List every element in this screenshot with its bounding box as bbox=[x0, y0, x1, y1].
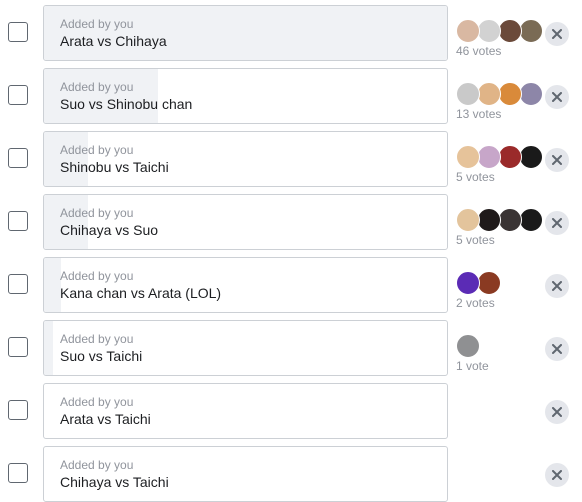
added-by-label: Added by you bbox=[60, 17, 134, 31]
option-text: Suo vs Shinobu chan bbox=[60, 96, 193, 112]
poll-option[interactable]: Added by you Suo vs Taichi bbox=[43, 320, 448, 376]
added-by-label: Added by you bbox=[60, 458, 134, 472]
remove-option-button[interactable] bbox=[545, 274, 569, 298]
poll-options-list: Added by you Arata vs Chihaya 46 votes Adde… bbox=[0, 0, 582, 502]
vote-checkbox[interactable] bbox=[8, 85, 28, 105]
added-by-label: Added by you bbox=[60, 395, 134, 409]
vote-count[interactable]: 5 votes bbox=[456, 170, 495, 184]
remove-option-button[interactable] bbox=[545, 463, 569, 487]
voter-avatars[interactable] bbox=[456, 334, 546, 358]
close-icon bbox=[552, 92, 562, 102]
remove-option-button[interactable] bbox=[545, 148, 569, 172]
remove-option-button[interactable] bbox=[545, 211, 569, 235]
vote-checkbox[interactable] bbox=[8, 22, 28, 42]
voter-avatar[interactable] bbox=[456, 145, 480, 169]
close-icon bbox=[552, 470, 562, 480]
voter-avatar[interactable] bbox=[498, 19, 522, 43]
vote-count[interactable]: 46 votes bbox=[456, 44, 501, 58]
poll-option-row: Added by you Shinobu vs Taichi 5 votes bbox=[0, 131, 582, 187]
voter-avatar[interactable] bbox=[519, 208, 543, 232]
voter-avatars[interactable] bbox=[456, 82, 546, 106]
vote-checkbox[interactable] bbox=[8, 274, 28, 294]
vote-progress-fill bbox=[44, 321, 53, 375]
poll-option[interactable]: Added by you Shinobu vs Taichi bbox=[43, 131, 448, 187]
voter-avatars[interactable] bbox=[456, 271, 546, 295]
poll-option-row: Added by you Chihaya vs Taichi bbox=[0, 446, 582, 502]
added-by-label: Added by you bbox=[60, 80, 134, 94]
remove-option-button[interactable] bbox=[545, 337, 569, 361]
poll-option[interactable]: Added by you Kana chan vs Arata (LOL) bbox=[43, 257, 448, 313]
remove-option-button[interactable] bbox=[545, 400, 569, 424]
poll-option[interactable]: Added by you Chihaya vs Taichi bbox=[43, 446, 448, 502]
close-icon bbox=[552, 29, 562, 39]
vote-count[interactable]: 5 votes bbox=[456, 233, 495, 247]
option-text: Arata vs Chihaya bbox=[60, 33, 167, 49]
close-icon bbox=[552, 218, 562, 228]
voter-avatar[interactable] bbox=[456, 19, 480, 43]
poll-option[interactable]: Added by you Suo vs Shinobu chan bbox=[43, 68, 448, 124]
remove-option-button[interactable] bbox=[545, 22, 569, 46]
voter-avatar[interactable] bbox=[456, 82, 480, 106]
poll-option-row: Added by you Arata vs Chihaya 46 votes bbox=[0, 5, 582, 61]
vote-count[interactable]: 2 votes bbox=[456, 296, 495, 310]
voter-avatar[interactable] bbox=[477, 271, 501, 295]
vote-checkbox[interactable] bbox=[8, 463, 28, 483]
vote-checkbox[interactable] bbox=[8, 337, 28, 357]
option-text: Suo vs Taichi bbox=[60, 348, 143, 364]
poll-option[interactable]: Added by you Arata vs Chihaya bbox=[43, 5, 448, 61]
remove-option-button[interactable] bbox=[545, 85, 569, 109]
voter-avatar[interactable] bbox=[456, 334, 480, 358]
close-icon bbox=[552, 155, 562, 165]
voter-avatars[interactable] bbox=[456, 208, 546, 232]
voter-avatar[interactable] bbox=[477, 82, 501, 106]
voter-avatar[interactable] bbox=[519, 82, 543, 106]
option-text: Kana chan vs Arata (LOL) bbox=[60, 285, 222, 301]
poll-option[interactable]: Added by you Arata vs Taichi bbox=[43, 383, 448, 439]
option-text: Shinobu vs Taichi bbox=[60, 159, 169, 175]
voter-avatar[interactable] bbox=[498, 145, 522, 169]
voter-avatar[interactable] bbox=[477, 19, 501, 43]
poll-option[interactable]: Added by you Chihaya vs Suo bbox=[43, 194, 448, 250]
close-icon bbox=[552, 344, 562, 354]
voter-avatars[interactable] bbox=[456, 145, 546, 169]
vote-count[interactable]: 13 votes bbox=[456, 107, 501, 121]
voter-avatar[interactable] bbox=[456, 271, 480, 295]
vote-checkbox[interactable] bbox=[8, 148, 28, 168]
option-text: Arata vs Taichi bbox=[60, 411, 151, 427]
option-text: Chihaya vs Suo bbox=[60, 222, 159, 238]
voter-avatar[interactable] bbox=[456, 208, 480, 232]
voter-avatar[interactable] bbox=[519, 19, 543, 43]
vote-progress-fill bbox=[44, 258, 62, 312]
vote-checkbox[interactable] bbox=[8, 211, 28, 231]
poll-option-row: Added by you Chihaya vs Suo 5 votes bbox=[0, 194, 582, 250]
close-icon bbox=[552, 407, 562, 417]
voter-avatar[interactable] bbox=[519, 145, 543, 169]
voter-avatar[interactable] bbox=[477, 145, 501, 169]
voter-avatar[interactable] bbox=[498, 82, 522, 106]
poll-option-row: Added by you Suo vs Taichi 1 vote bbox=[0, 320, 582, 376]
vote-checkbox[interactable] bbox=[8, 400, 28, 420]
poll-option-row: Added by you Kana chan vs Arata (LOL) 2 vo… bbox=[0, 257, 582, 313]
poll-option-row: Added by you Arata vs Taichi bbox=[0, 383, 582, 439]
voter-avatars[interactable] bbox=[456, 19, 546, 43]
added-by-label: Added by you bbox=[60, 269, 134, 283]
voter-avatar[interactable] bbox=[477, 208, 501, 232]
voter-avatar[interactable] bbox=[498, 208, 522, 232]
poll-option-row: Added by you Suo vs Shinobu chan 13 votes bbox=[0, 68, 582, 124]
option-text: Chihaya vs Taichi bbox=[60, 474, 169, 490]
vote-count[interactable]: 1 vote bbox=[456, 359, 489, 373]
added-by-label: Added by you bbox=[60, 332, 134, 346]
close-icon bbox=[552, 281, 562, 291]
added-by-label: Added by you bbox=[60, 206, 134, 220]
added-by-label: Added by you bbox=[60, 143, 134, 157]
